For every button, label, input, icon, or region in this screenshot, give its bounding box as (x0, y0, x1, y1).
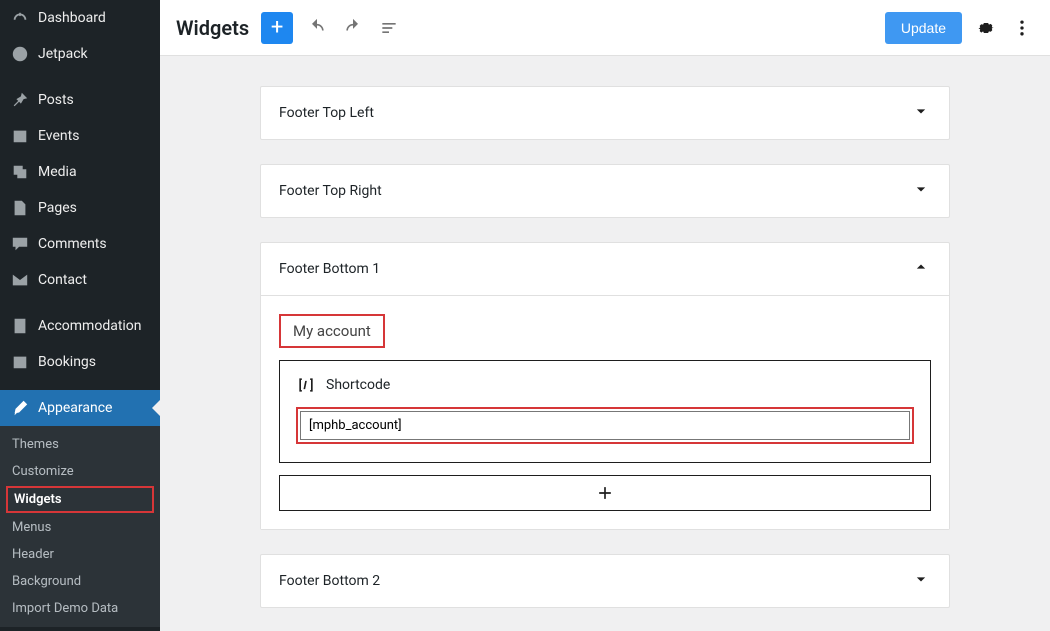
pages-icon (10, 198, 30, 218)
menu-label: Pages (38, 200, 77, 216)
area-toggle[interactable]: Footer Bottom 1 (261, 243, 949, 295)
append-block-button[interactable] (279, 475, 931, 511)
menu-comments[interactable]: Comments (0, 226, 160, 262)
submenu-import-demo[interactable]: Import Demo Data (0, 595, 160, 622)
media-icon (10, 162, 30, 182)
menu-label: Appearance (38, 400, 112, 416)
shortcode-block[interactable]: Shortcode (279, 360, 931, 463)
redo-button[interactable] (341, 16, 365, 40)
menu-label: Media (38, 164, 77, 180)
undo-icon (307, 18, 327, 38)
main-column: Widgets + Update Footer Top Left (160, 0, 1050, 631)
menu-events[interactable]: Events (0, 118, 160, 154)
widget-heading[interactable]: My account (279, 314, 385, 348)
menu-accommodation[interactable]: Accommodation (0, 308, 160, 344)
menu-appearance[interactable]: Appearance (0, 390, 160, 426)
pin-icon (10, 90, 30, 110)
menu-label: Contact (38, 272, 87, 288)
chevron-down-icon (911, 179, 931, 203)
menu-media[interactable]: Media (0, 154, 160, 190)
settings-button[interactable] (974, 16, 998, 40)
admin-sidebar: Dashboard Jetpack Posts Events Media Pag… (0, 0, 160, 631)
comment-icon (10, 234, 30, 254)
undo-button[interactable] (305, 16, 329, 40)
page-title: Widgets (176, 16, 249, 40)
menu-label: Posts (38, 92, 74, 108)
menu-bookings[interactable]: Bookings (0, 344, 160, 380)
submenu-customize[interactable]: Customize (0, 458, 160, 485)
shortcode-highlight (296, 407, 914, 444)
editor-topbar: Widgets + Update (160, 0, 1050, 56)
area-toggle[interactable]: Footer Top Right (261, 165, 949, 217)
area-toggle[interactable]: Footer Top Left (261, 87, 949, 139)
widget-area-footer-bottom-1: Footer Bottom 1 My account Shortcode (260, 242, 950, 530)
menu-dashboard[interactable]: Dashboard (0, 0, 160, 36)
add-block-button[interactable]: + (261, 12, 293, 44)
widget-area-footer-top-right: Footer Top Right (260, 164, 950, 218)
calendar-icon (10, 352, 30, 372)
submenu-themes[interactable]: Themes (0, 431, 160, 458)
area-title: Footer Top Right (279, 183, 382, 199)
menu-contact[interactable]: Contact (0, 262, 160, 298)
options-button[interactable] (1010, 16, 1034, 40)
brush-icon (10, 398, 30, 418)
jetpack-icon (10, 44, 30, 64)
gear-icon (976, 18, 996, 38)
building-icon (10, 316, 30, 336)
area-title: Footer Bottom 2 (279, 573, 380, 589)
widget-canvas: Footer Top Left Footer Top Right Footer … (160, 56, 1050, 631)
area-body: My account Shortcode (261, 295, 949, 529)
kebab-icon (1012, 18, 1032, 38)
submenu-header[interactable]: Header (0, 541, 160, 568)
menu-label: Bookings (38, 354, 96, 370)
shortcode-input[interactable] (300, 411, 910, 440)
list-view-icon (379, 18, 399, 38)
list-view-button[interactable] (377, 16, 401, 40)
chevron-up-icon (911, 257, 931, 281)
chevron-down-icon (911, 569, 931, 593)
menu-posts[interactable]: Posts (0, 82, 160, 118)
widget-area-footer-bottom-2: Footer Bottom 2 (260, 554, 950, 608)
redo-icon (343, 18, 363, 38)
menu-label: Accommodation (38, 318, 142, 334)
menu-pages[interactable]: Pages (0, 190, 160, 226)
update-button[interactable]: Update (885, 12, 962, 44)
calendar-icon (10, 126, 30, 146)
submenu-widgets[interactable]: Widgets (6, 486, 154, 513)
chevron-down-icon (911, 101, 931, 125)
area-toggle[interactable]: Footer Bottom 2 (261, 555, 949, 607)
plus-icon: + (271, 17, 283, 39)
widget-area-footer-top-left: Footer Top Left (260, 86, 950, 140)
block-header: Shortcode (296, 375, 914, 395)
menu-jetpack[interactable]: Jetpack (0, 36, 160, 72)
plus-icon (595, 483, 615, 503)
submenu-menus[interactable]: Menus (0, 514, 160, 541)
mail-icon (10, 270, 30, 290)
menu-label: Jetpack (38, 46, 88, 62)
menu-label: Events (38, 128, 79, 144)
area-title: Footer Bottom 1 (279, 261, 380, 277)
submenu-background[interactable]: Background (0, 568, 160, 595)
area-title: Footer Top Left (279, 105, 374, 121)
shortcode-icon (296, 375, 316, 395)
menu-label: Comments (38, 236, 107, 252)
menu-label: Dashboard (38, 10, 106, 26)
block-type-label: Shortcode (326, 377, 390, 393)
submenu-appearance: Themes Customize Widgets Menus Header Ba… (0, 426, 160, 627)
dashboard-icon (10, 8, 30, 28)
